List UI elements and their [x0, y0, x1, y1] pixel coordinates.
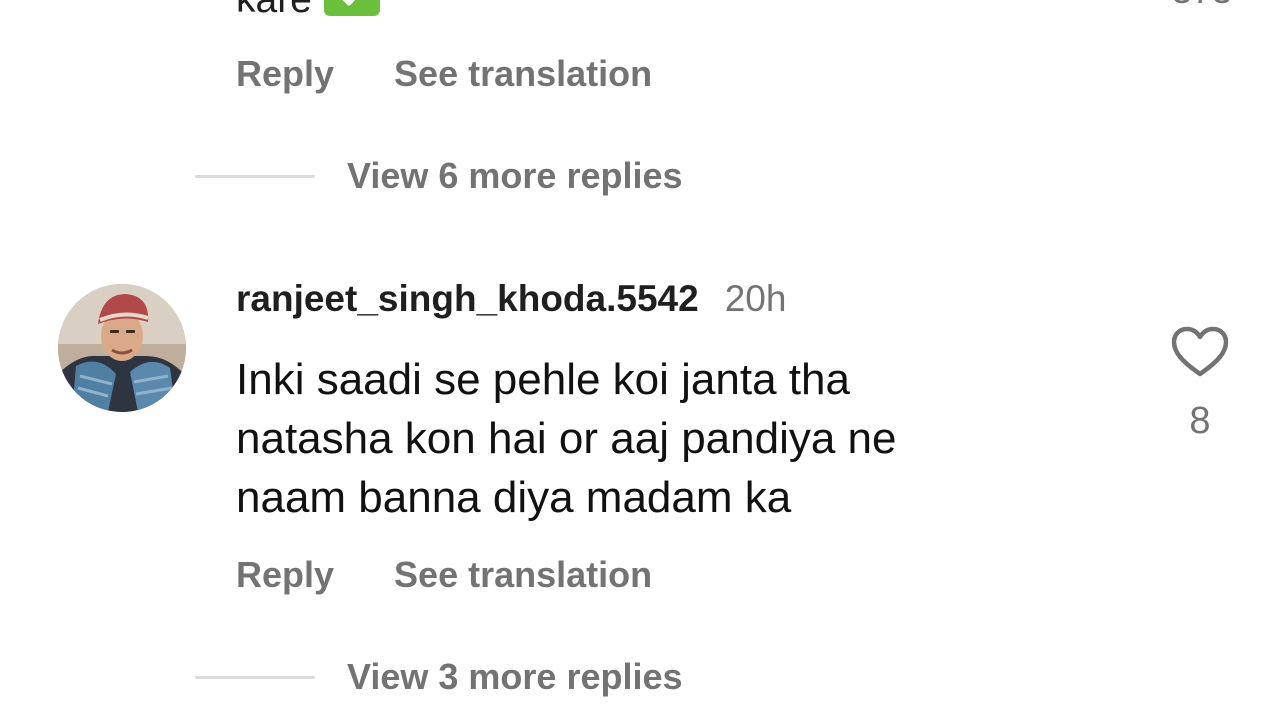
- reply-thread-line: [195, 675, 315, 679]
- view-replies-label: View 3 more replies: [347, 656, 683, 697]
- comment-text: Inki saadi se pehle koi janta tha natash…: [236, 350, 1096, 527]
- previous-comment-tail: kare: [236, 0, 312, 21]
- reply-button[interactable]: Reply: [236, 52, 334, 96]
- check-mark-icon: [323, 0, 380, 16]
- comment-actions: Reply See translation: [236, 553, 652, 597]
- see-translation-button[interactable]: See translation: [394, 553, 652, 597]
- comment-line: Inki saadi se pehle koi janta tha: [236, 355, 850, 404]
- comment-header: ranjeet_singh_khoda.5542 20h: [236, 278, 786, 320]
- comment-line: naam banna diya madam ka: [236, 473, 792, 522]
- previous-comment-actions: Reply See translation: [236, 52, 652, 96]
- like-control: 8: [1168, 326, 1232, 443]
- like-count: 8: [1189, 400, 1211, 442]
- heart-icon[interactable]: [1171, 326, 1229, 378]
- view-more-replies-button[interactable]: View 3 more replies: [195, 655, 683, 699]
- previous-comment-text: kare: [236, 0, 380, 22]
- comments-screen: kare 373 Reply See translation View 6 mo…: [0, 0, 1280, 720]
- avatar[interactable]: [58, 284, 186, 412]
- comment-line: natasha kon hai or aaj pandiya ne: [236, 414, 897, 463]
- comment-timestamp: 20h: [724, 278, 787, 319]
- reply-thread-line: [195, 174, 315, 178]
- view-replies-label: View 6 more replies: [347, 155, 683, 196]
- reply-button[interactable]: Reply: [236, 553, 334, 597]
- previous-like-count: 373: [1172, 0, 1232, 12]
- username[interactable]: ranjeet_singh_khoda.5542: [236, 278, 699, 320]
- see-translation-button[interactable]: See translation: [394, 52, 652, 96]
- view-more-replies-button[interactable]: View 6 more replies: [195, 154, 683, 198]
